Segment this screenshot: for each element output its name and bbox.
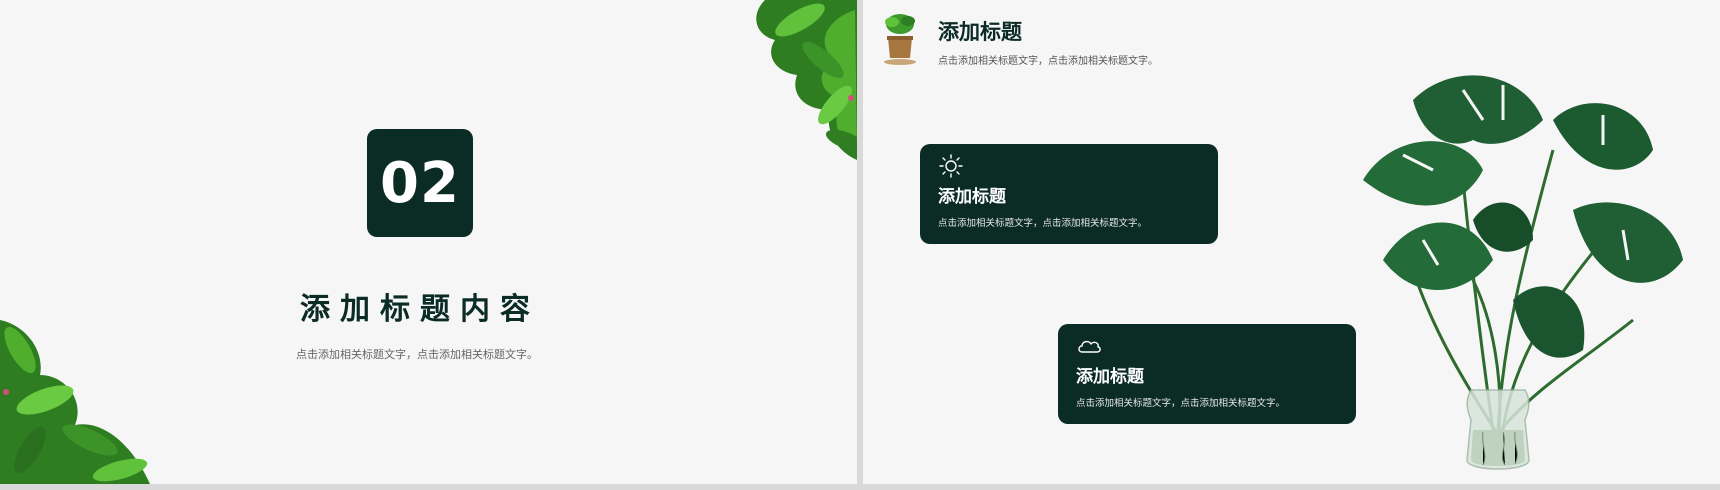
info-card-2: 添加标题 点击添加相关标题文字，点击添加相关标题文字。 <box>1058 324 1356 424</box>
sun-icon <box>939 154 963 178</box>
potted-plant-icon <box>884 14 916 65</box>
section-subtitle: 点击添加相关标题文字，点击添加相关标题文字。 <box>296 348 538 361</box>
card-text: 点击添加相关标题文字，点击添加相关标题文字。 <box>1076 398 1286 409</box>
page-title: 添加标题 <box>938 20 1022 44</box>
slide-canvas: 02 添加标题内容 点击添加相关标题文字，点击添加相关标题文字。 添加标题 点击… <box>0 0 1720 490</box>
section-number: 02 <box>380 150 460 216</box>
card-text: 点击添加相关标题文字，点击添加相关标题文字。 <box>938 218 1148 229</box>
page-subtitle: 点击添加相关标题文字，点击添加相关标题文字。 <box>938 56 1158 67</box>
cloud-icon <box>1078 340 1101 353</box>
card-title: 添加标题 <box>938 187 1006 207</box>
section-number-badge: 02 <box>367 129 473 237</box>
section-title: 添加标题内容 <box>300 292 540 327</box>
card-title: 添加标题 <box>1076 367 1144 387</box>
section-divider-slide: 02 添加标题内容 点击添加相关标题文字，点击添加相关标题文字。 <box>0 0 857 484</box>
content-slide: 添加标题 点击添加相关标题文字，点击添加相关标题文字。 添加标题 点击添加相关标… <box>863 0 1720 484</box>
foliage-top-right-image <box>756 0 857 160</box>
foliage-bottom-left-image <box>0 320 150 484</box>
info-card-1: 添加标题 点击添加相关标题文字，点击添加相关标题文字。 <box>920 144 1218 244</box>
monstera-plant-image <box>1363 75 1683 470</box>
